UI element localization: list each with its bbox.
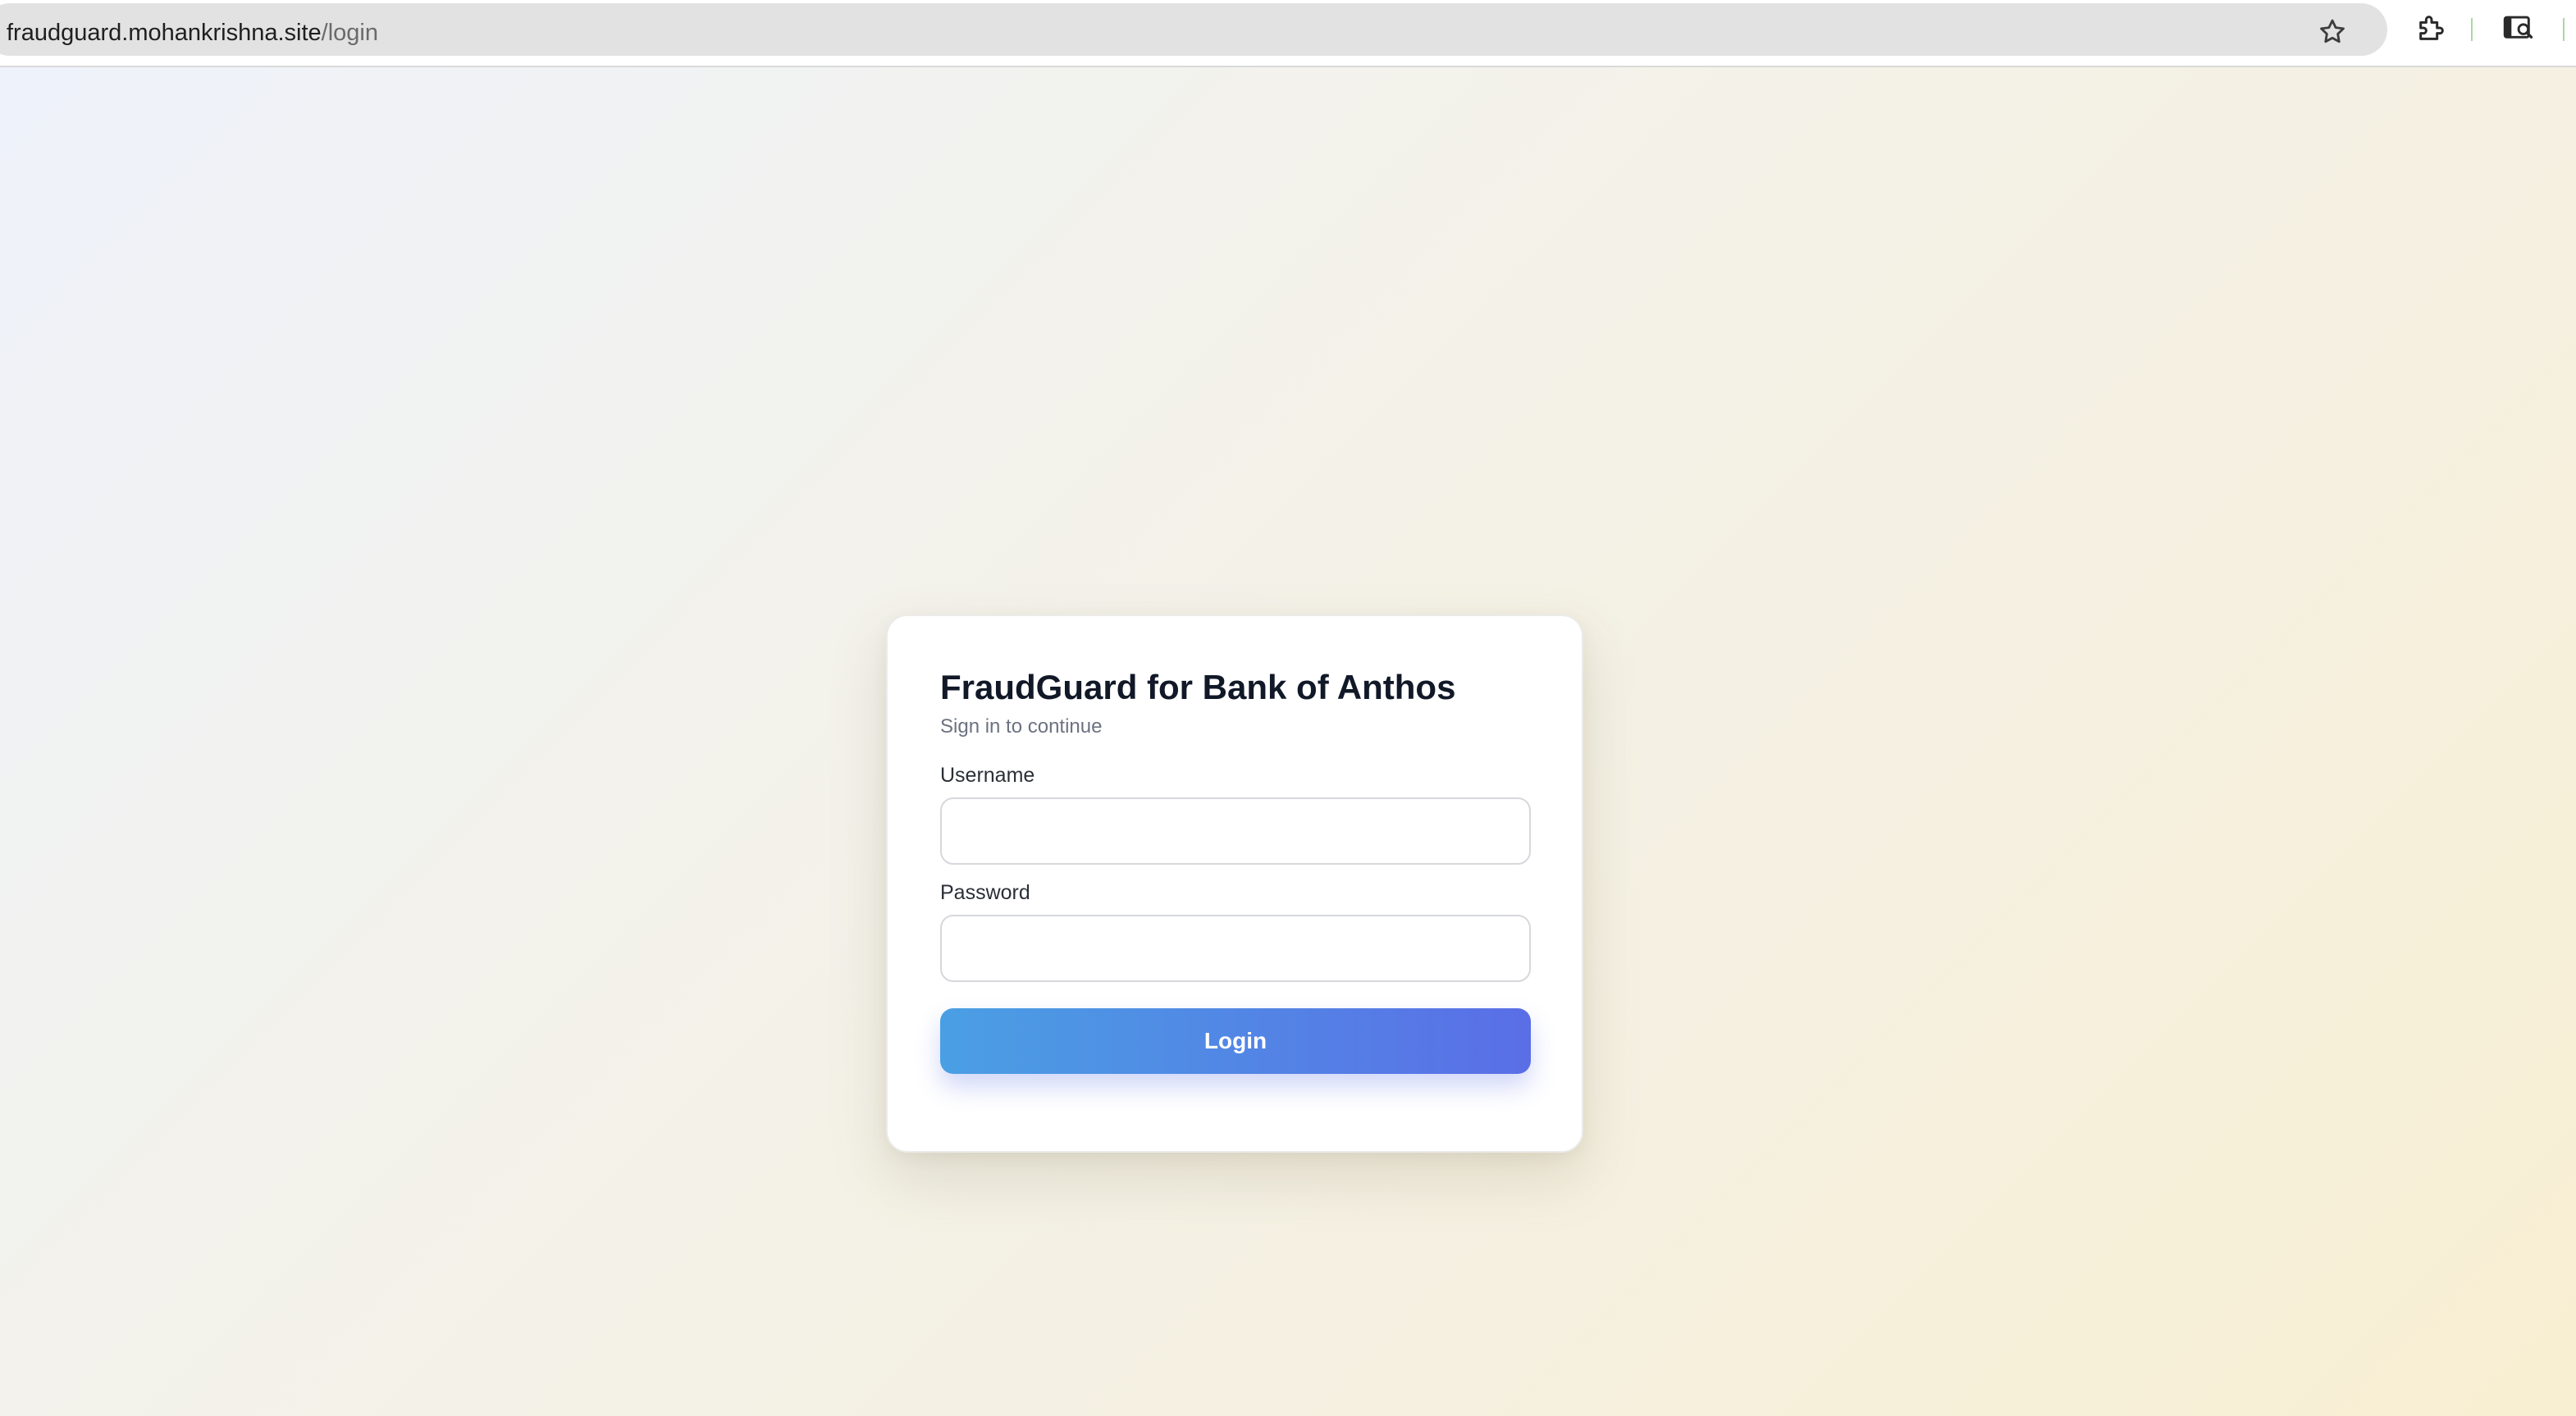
url-path: /login bbox=[321, 20, 378, 46]
extensions-icon[interactable] bbox=[2415, 11, 2448, 44]
browser-toolbar: fraudguard.mohankrishna.site/login bbox=[0, 0, 2576, 67]
address-bar[interactable]: fraudguard.mohankrishna.site/login bbox=[0, 3, 2387, 56]
page-title: FraudGuard for Bank of Anthos bbox=[940, 668, 1456, 706]
toolbar-divider bbox=[2563, 18, 2565, 41]
page-subtitle: Sign in to continue bbox=[940, 715, 1103, 738]
url-text[interactable]: fraudguard.mohankrishna.site/login bbox=[7, 19, 378, 47]
login-card: FraudGuard for Bank of Anthos Sign in to… bbox=[886, 614, 1583, 1153]
password-label: Password bbox=[940, 881, 1030, 904]
username-label: Username bbox=[940, 764, 1035, 787]
cast-icon[interactable] bbox=[2502, 11, 2537, 44]
toolbar-divider bbox=[2471, 18, 2473, 41]
star-icon[interactable] bbox=[2317, 16, 2348, 48]
login-button[interactable]: Login bbox=[940, 1008, 1531, 1074]
url-host: fraudguard.mohankrishna.site bbox=[7, 20, 322, 46]
username-input[interactable] bbox=[940, 797, 1531, 865]
password-input[interactable] bbox=[940, 915, 1531, 982]
